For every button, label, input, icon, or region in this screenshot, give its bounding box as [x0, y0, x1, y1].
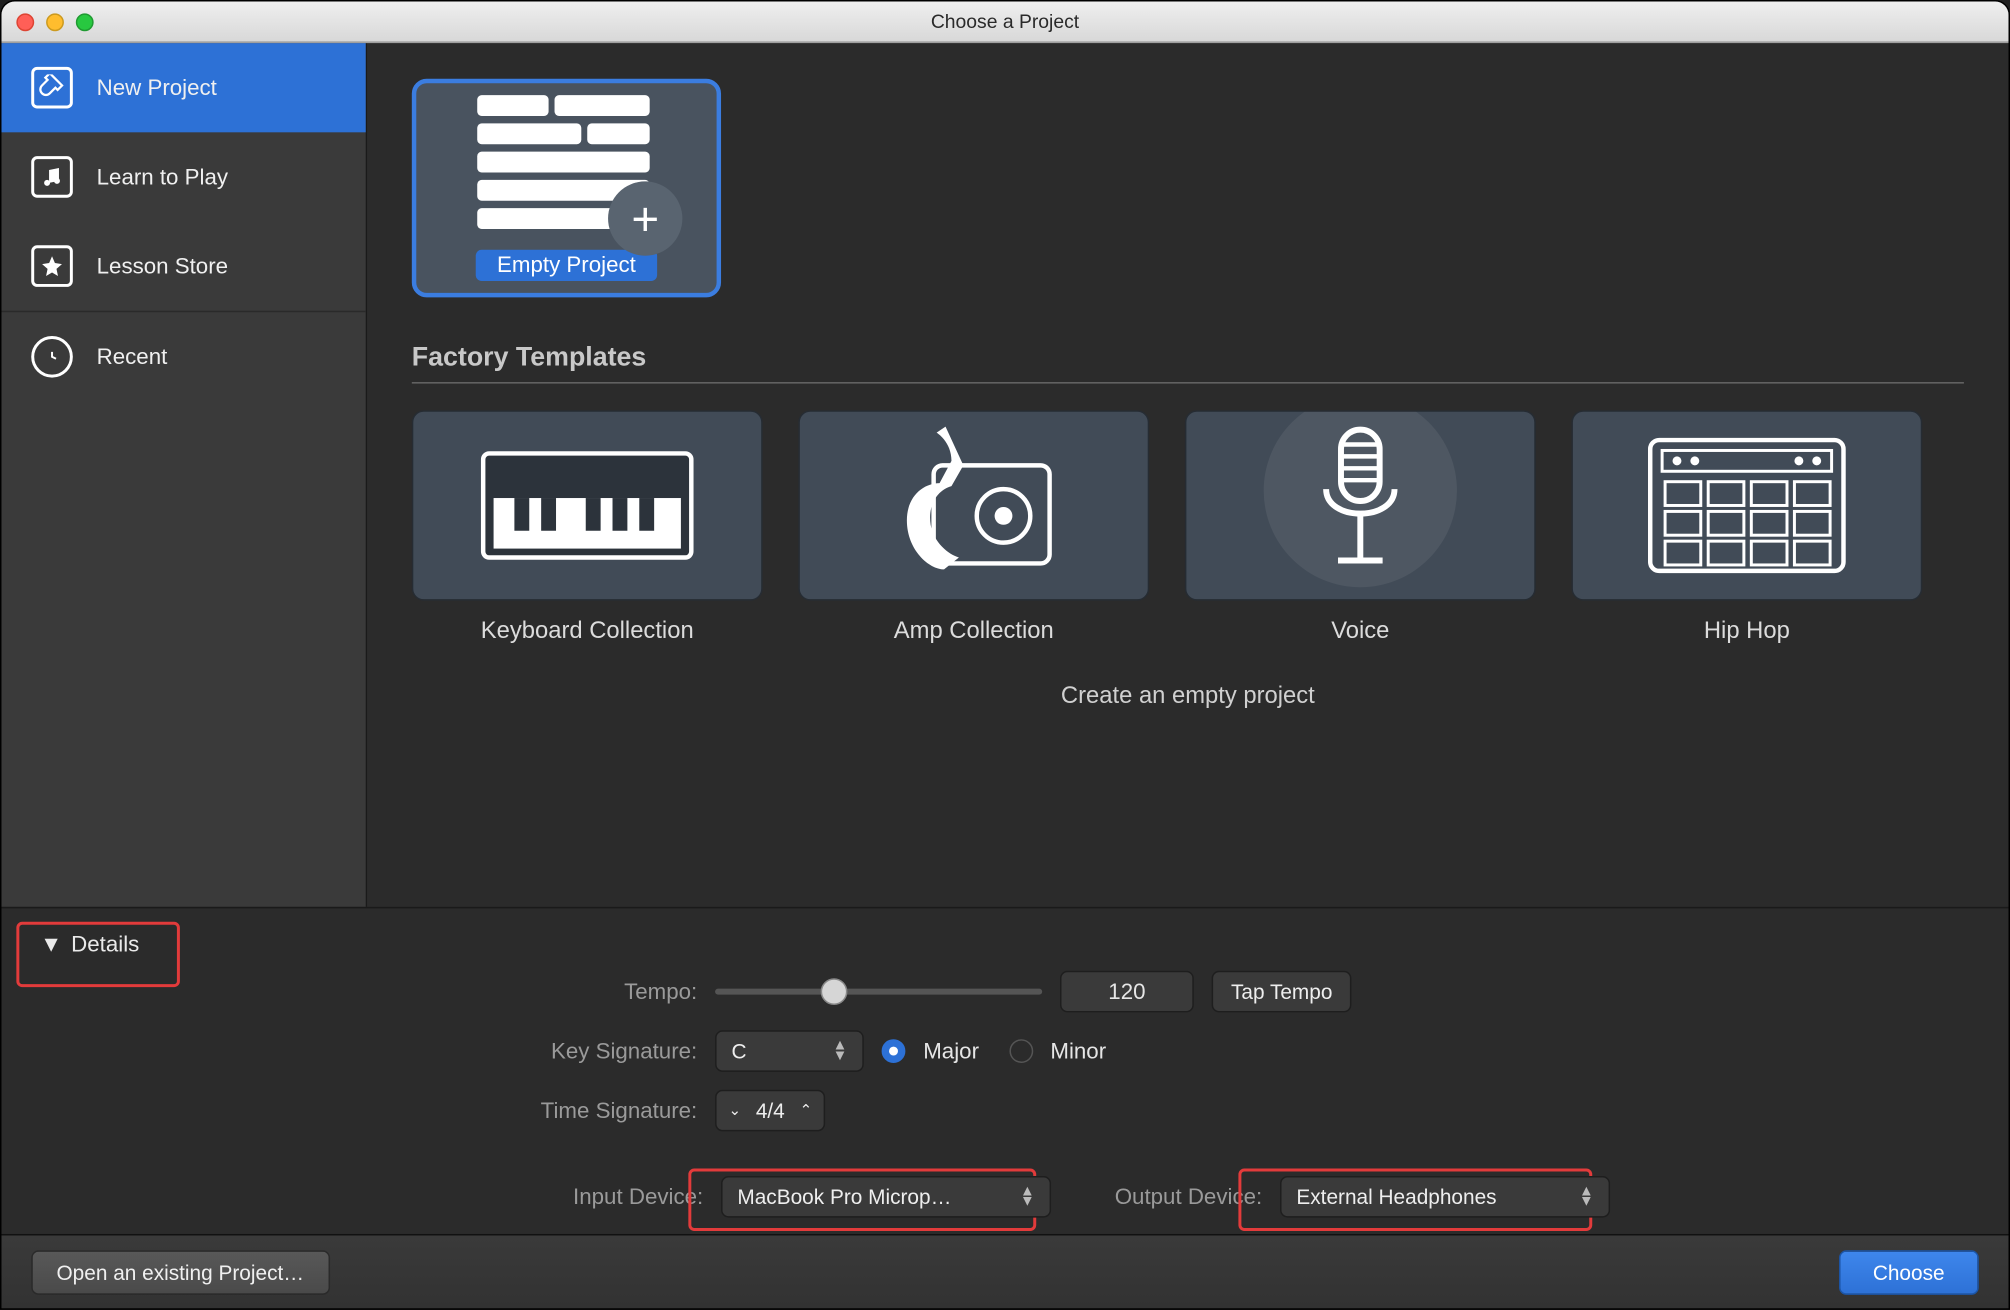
template-keyboard-collection[interactable]: Keyboard Collection — [412, 410, 763, 645]
project-description: Create an empty project — [412, 684, 1964, 711]
output-device-select[interactable]: External Headphones ▲▼ — [1280, 1176, 1610, 1218]
template-label: Hip Hop — [1704, 618, 1790, 645]
details-label: Details — [71, 932, 139, 957]
input-device-label: Input Device: — [474, 1184, 703, 1209]
minor-radio[interactable] — [1009, 1039, 1033, 1063]
choose-button[interactable]: Choose — [1839, 1250, 1979, 1295]
star-icon — [31, 245, 73, 287]
sidebar-item-label: Lesson Store — [97, 253, 228, 278]
window-title: Choose a Project — [1, 10, 2008, 32]
time-signature-stepper[interactable]: ⌄ 4/4 ⌃ — [715, 1090, 825, 1132]
sidebar-item-lesson-store[interactable]: Lesson Store — [1, 222, 365, 313]
details-panel: ▼ Details Tempo: 120 Tap Tempo Key Signa… — [1, 907, 2008, 1234]
empty-project-icon: + — [477, 95, 655, 229]
tempo-label: Tempo: — [474, 979, 697, 1004]
major-radio[interactable] — [882, 1039, 906, 1063]
chevron-up-icon[interactable]: ⌃ — [800, 1102, 812, 1118]
window-titlebar: Choose a Project — [1, 1, 2008, 43]
minor-label: Minor — [1050, 1038, 1106, 1063]
mic-icon — [1185, 410, 1536, 600]
note-icon — [31, 156, 73, 198]
template-label: Empty Project — [476, 250, 656, 281]
tempo-value-field[interactable]: 120 — [1060, 971, 1194, 1013]
template-hip-hop[interactable]: Hip Hop — [1571, 410, 1922, 645]
tap-tempo-button[interactable]: Tap Tempo — [1212, 971, 1352, 1013]
details-disclosure[interactable]: ▼ Details — [28, 926, 151, 963]
chevron-updown-icon: ▲▼ — [1020, 1186, 1035, 1207]
sidebar-item-label: New Project — [97, 75, 217, 100]
clock-icon — [31, 336, 73, 378]
amp-icon — [798, 410, 1149, 600]
template-voice[interactable]: Voice — [1185, 410, 1536, 645]
key-signature-label: Key Signature: — [474, 1038, 697, 1063]
chevron-updown-icon: ▲▼ — [1579, 1186, 1594, 1207]
time-signature-label: Time Signature: — [474, 1098, 697, 1123]
tempo-slider[interactable] — [715, 989, 1042, 995]
dialog-footer: Open an existing Project… Choose — [1, 1234, 2008, 1308]
template-empty-project[interactable]: + Empty Project — [412, 79, 721, 298]
guitar-icon — [31, 67, 73, 109]
open-existing-project-button[interactable]: Open an existing Project… — [31, 1250, 329, 1295]
keyboard-icon — [412, 410, 763, 600]
template-label: Voice — [1331, 618, 1389, 645]
chevron-down-icon: ▼ — [40, 932, 62, 957]
output-device-label: Output Device: — [1069, 1184, 1262, 1209]
factory-templates-heading: Factory Templates — [412, 342, 1964, 384]
template-amp-collection[interactable]: Amp Collection — [798, 410, 1149, 645]
key-signature-select[interactable]: C ▲▼ — [715, 1030, 864, 1072]
sidebar-item-new-project[interactable]: New Project — [1, 43, 365, 132]
sidebar-item-learn-to-play[interactable]: Learn to Play — [1, 132, 365, 221]
input-device-select[interactable]: MacBook Pro Microp… ▲▼ — [721, 1176, 1051, 1218]
chevron-updown-icon: ▲▼ — [833, 1041, 848, 1062]
sidebar-item-label: Recent — [97, 344, 168, 369]
sidebar-item-label: Learn to Play — [97, 164, 228, 189]
drumpad-icon — [1571, 410, 1922, 600]
template-label: Amp Collection — [894, 618, 1054, 645]
sidebar-item-recent[interactable]: Recent — [1, 312, 365, 401]
sidebar: New Project Learn to Play Lesson Store — [1, 43, 367, 907]
plus-icon: + — [608, 181, 682, 255]
template-label: Keyboard Collection — [481, 618, 694, 645]
major-label: Major — [923, 1038, 979, 1063]
main-content: + Empty Project Factory Templates Keyboa… — [367, 43, 2008, 907]
chevron-down-icon[interactable]: ⌄ — [728, 1102, 740, 1118]
